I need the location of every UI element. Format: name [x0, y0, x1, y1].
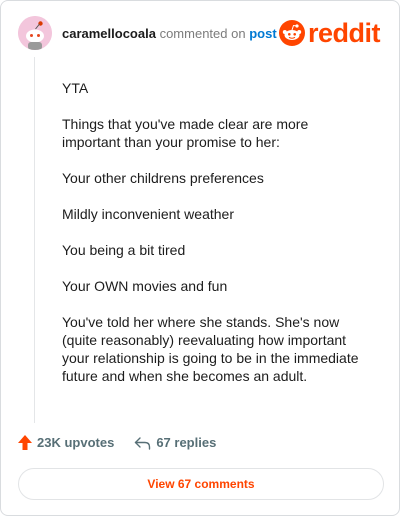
- comment-paragraph: YTA: [62, 80, 89, 96]
- avatar[interactable]: [18, 16, 52, 50]
- action-text: commented on: [159, 26, 246, 41]
- comment-paragraph: Mildly inconvenient weather: [62, 206, 234, 222]
- thread-line[interactable]: [34, 57, 35, 423]
- upvote-button[interactable]: 23K upvotes: [18, 435, 114, 450]
- comment-paragraph: Your other childrens preferences: [62, 170, 264, 186]
- upvote-arrow-icon: [18, 435, 32, 450]
- comment-paragraph: You've told her where she stands. She's …: [62, 314, 359, 384]
- reddit-snoo-icon: [279, 20, 305, 46]
- comment-header: caramellocoala commented on post: [62, 26, 277, 42]
- comment-paragraph: You being a bit tired: [62, 242, 186, 258]
- comment-paragraph: Your OWN movies and fun: [62, 278, 228, 294]
- comment-card: caramellocoala commented on post reddit …: [0, 0, 400, 516]
- reddit-wordmark: reddit: [308, 18, 381, 48]
- comment-actions: 23K upvotes 67 replies: [18, 435, 216, 450]
- snoo-avatar-icon: [18, 16, 52, 50]
- reply-count: 67 replies: [156, 435, 217, 450]
- comment-paragraph: Things that you've made clear are more i…: [62, 116, 309, 150]
- reply-arrow-icon: [135, 436, 151, 450]
- comment-body: YTA Things that you've made clear are mo…: [62, 79, 362, 403]
- username-link[interactable]: caramellocoala: [62, 26, 156, 41]
- view-comments-button[interactable]: View 67 comments: [18, 468, 384, 500]
- reddit-logo[interactable]: reddit: [279, 18, 381, 48]
- upvote-count: 23K upvotes: [37, 435, 115, 450]
- post-link[interactable]: post: [249, 26, 276, 41]
- replies-button[interactable]: 67 replies: [134, 435, 216, 450]
